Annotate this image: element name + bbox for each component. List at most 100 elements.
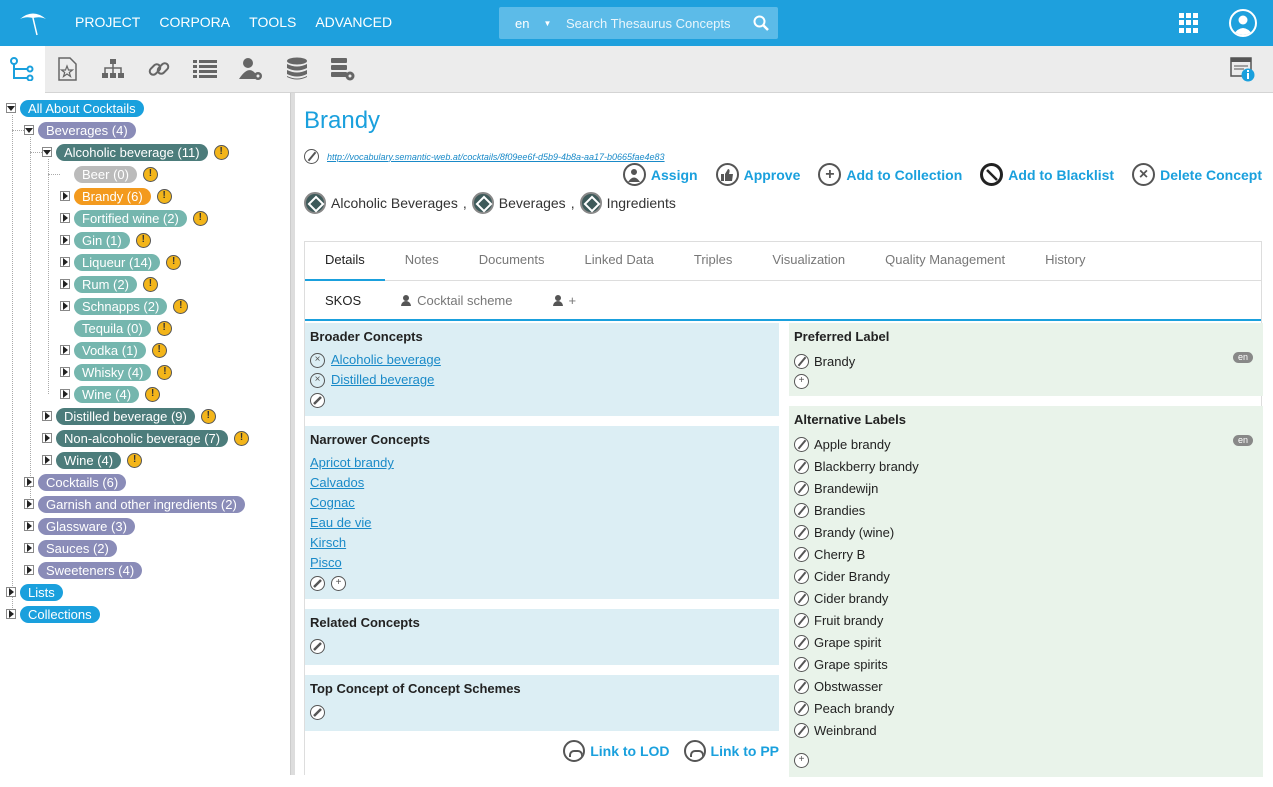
edit-pencil-icon[interactable] [794, 524, 809, 540]
warning-icon[interactable]: ! [142, 166, 158, 182]
expand-toggle-icon[interactable] [24, 499, 34, 509]
narrower-concept-link[interactable]: Eau de vie [310, 513, 774, 533]
warning-icon[interactable]: ! [200, 408, 216, 424]
tree-node-label[interactable]: Brandy (6) [74, 187, 151, 205]
edit-pencil-icon[interactable] [794, 436, 809, 452]
menu-advanced[interactable]: ADVANCED [315, 14, 392, 30]
user-settings-icon[interactable] [238, 56, 264, 82]
tree-node-label[interactable]: Cocktails (6) [38, 473, 127, 491]
add-link-icon[interactable] [310, 575, 325, 591]
tree-node-tequila[interactable]: Tequila (0) ! [74, 317, 172, 339]
expand-toggle-icon[interactable] [42, 433, 52, 443]
tree-node-garnish[interactable]: Garnish and other ingredients (2) [24, 493, 245, 515]
warning-icon[interactable]: ! [127, 452, 143, 468]
warning-icon[interactable]: ! [156, 320, 172, 336]
warning-icon[interactable]: ! [234, 430, 250, 446]
tree-node-label[interactable]: Wine (4) [56, 451, 122, 469]
remove-icon[interactable]: × [310, 352, 325, 368]
umbrella-logo-icon[interactable] [18, 8, 48, 38]
expand-toggle-icon[interactable] [60, 235, 70, 245]
edit-pencil-icon[interactable] [794, 634, 809, 650]
tree-node-label[interactable]: Beverages (4) [38, 121, 136, 139]
edit-pencil-icon[interactable] [794, 502, 809, 518]
database-icon[interactable] [284, 56, 310, 82]
narrower-concept-link[interactable]: Cognac [310, 493, 774, 513]
tree-node-sweeteners[interactable]: Sweeteners (4) [24, 559, 143, 581]
tree-node-label[interactable]: Glassware (3) [38, 517, 135, 535]
tree-node-label[interactable]: Schnapps (2) [74, 297, 168, 315]
add-link-icon[interactable] [310, 704, 325, 720]
subtab-cocktail-scheme[interactable]: Cocktail scheme [381, 293, 532, 308]
add-to-blacklist-button[interactable]: Add to Blacklist [980, 163, 1114, 186]
edit-pencil-icon[interactable] [794, 678, 809, 694]
tab-visualization[interactable]: Visualization [752, 252, 865, 280]
add-link-icon[interactable] [310, 392, 325, 408]
menu-project[interactable]: PROJECT [75, 14, 140, 30]
list-icon[interactable] [192, 56, 218, 82]
expand-toggle-icon[interactable] [60, 389, 70, 399]
link-to-pp-button[interactable]: Link to PP [683, 740, 779, 762]
narrower-concept-link[interactable]: Calvados [310, 473, 774, 493]
menu-tools[interactable]: TOOLS [249, 14, 296, 30]
tab-history[interactable]: History [1025, 252, 1105, 280]
tree-node-liqueur[interactable]: Liqueur (14) ! [60, 251, 182, 273]
tree-node-distilled-beverage[interactable]: Distilled beverage (9) ! [42, 405, 216, 427]
scheme-label[interactable]: Alcoholic Beverages [331, 195, 458, 211]
tree-node-label[interactable]: Sauces (2) [38, 539, 117, 557]
warning-icon[interactable]: ! [157, 364, 173, 380]
favorites-document-icon[interactable] [54, 56, 80, 82]
menu-corpora[interactable]: CORPORA [159, 14, 230, 30]
tree-node-collections[interactable]: Collections [6, 603, 100, 625]
expand-toggle-icon[interactable] [60, 191, 70, 201]
tree-node-label[interactable]: Beer (0) [74, 165, 137, 183]
expand-toggle-icon[interactable] [60, 257, 70, 267]
assign-button[interactable]: Assign [622, 163, 698, 186]
warning-icon[interactable]: ! [173, 298, 189, 314]
tree-node-gin[interactable]: Gin (1) ! [60, 229, 151, 251]
expand-toggle-icon[interactable] [60, 345, 70, 355]
edit-pencil-icon[interactable] [794, 568, 809, 584]
warning-icon[interactable]: ! [135, 232, 151, 248]
warning-icon[interactable]: ! [156, 188, 172, 204]
apps-grid-icon[interactable] [1179, 13, 1199, 33]
tree-node-vodka[interactable]: Vodka (1) ! [60, 339, 167, 361]
tab-details[interactable]: Details [305, 252, 385, 281]
tree-node-fortified-wine[interactable]: Fortified wine (2) ! [60, 207, 208, 229]
edit-pencil-icon[interactable] [794, 546, 809, 562]
tree-node-label[interactable]: Wine (4) [74, 385, 140, 403]
tree-node-rum[interactable]: Rum (2) ! [60, 273, 158, 295]
warning-icon[interactable]: ! [151, 342, 167, 358]
subtab-skos[interactable]: SKOS [305, 293, 381, 308]
tree-node-whisky[interactable]: Whisky (4) ! [60, 361, 173, 383]
tree-node-label[interactable]: Rum (2) [74, 275, 137, 293]
tree-node-schnapps[interactable]: Schnapps (2) ! [60, 295, 189, 317]
add-link-icon[interactable] [310, 638, 325, 654]
tab-quality-management[interactable]: Quality Management [865, 252, 1025, 280]
narrower-concept-link[interactable]: Pisco [310, 553, 774, 573]
tree-node-brandy[interactable]: Brandy (6) ! [60, 185, 172, 207]
info-panel-icon[interactable] [1230, 56, 1256, 82]
edit-pencil-icon[interactable] [794, 353, 809, 369]
tree-node-beverages[interactable]: Beverages (4) [24, 119, 136, 141]
warning-icon[interactable]: ! [192, 210, 208, 226]
add-to-collection-button[interactable]: + Add to Collection [818, 163, 962, 186]
tree-node-alcoholic-beverage[interactable]: Alcoholic beverage (11) ! [42, 141, 229, 163]
hierarchy-tree-icon[interactable] [9, 56, 35, 82]
tree-node-cocktails[interactable]: Cocktails (6) [24, 471, 127, 493]
tree-node-label[interactable]: Lists [20, 583, 63, 601]
tree-node-sauces[interactable]: Sauces (2) [24, 537, 117, 559]
collapse-toggle-icon[interactable] [6, 103, 16, 113]
warning-icon[interactable]: ! [142, 276, 158, 292]
add-label-icon[interactable]: + [794, 752, 809, 768]
expand-toggle-icon[interactable] [42, 411, 52, 421]
edit-pencil-icon[interactable] [794, 612, 809, 628]
edit-pencil-icon[interactable] [794, 722, 809, 738]
tree-node-label[interactable]: Whisky (4) [74, 363, 152, 381]
edit-pencil-icon[interactable] [794, 480, 809, 496]
search-language-select[interactable]: en ▼ [499, 16, 555, 31]
user-account-icon[interactable] [1229, 9, 1257, 37]
collapse-toggle-icon[interactable] [42, 147, 52, 157]
expand-toggle-icon[interactable] [24, 521, 34, 531]
tree-node-label[interactable]: Gin (1) [74, 231, 130, 249]
tree-node-label[interactable]: Alcoholic beverage (11) [56, 143, 208, 161]
